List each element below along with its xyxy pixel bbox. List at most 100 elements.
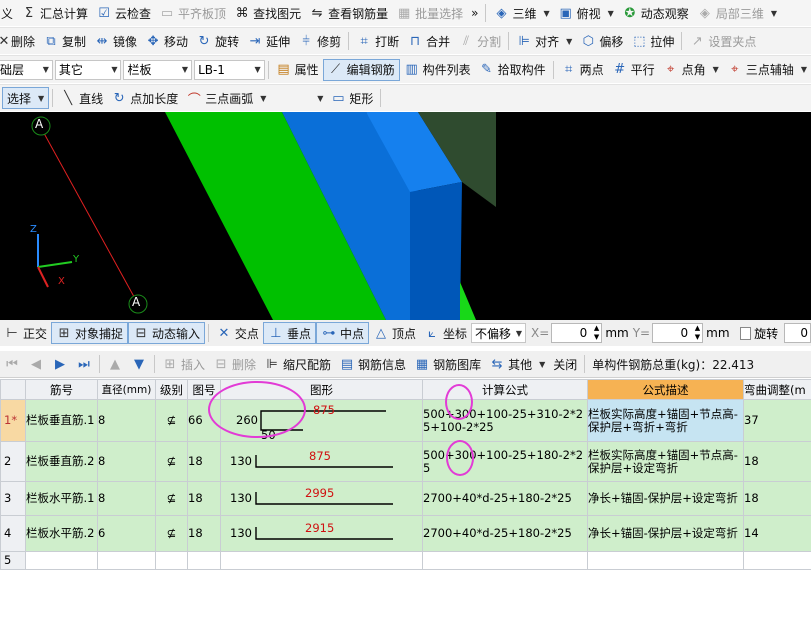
cell-fig-no[interactable] [187,551,221,570]
vertex-button[interactable]: △ 顶点 [369,322,420,344]
col-header-bend-adjust[interactable]: 弯曲调整(m [743,379,811,400]
midpoint-button[interactable]: ⊶ 中点 [315,322,369,344]
cell-bar-name[interactable]: 栏板垂直筋.1 [25,399,98,442]
stretch-button[interactable]: ⬚ 拉伸 [627,30,678,52]
table-row[interactable]: 2 栏板垂直筋.2 8 ⊈ 18 130 875 500+300+100-25+… [0,441,811,482]
table-row[interactable]: 4 栏板水平筋.2 6 ⊈ 18 130 2915 2700+40*d-25+1… [0,515,811,552]
point-angle-button[interactable]: ⌖ 点角 ▼ [659,59,723,81]
cell-fig-no[interactable]: 66 [187,399,221,442]
flat-top-button[interactable]: ▭ 平齐板顶 [155,2,230,24]
dynamic-view-button[interactable]: ✪ 动态观察 [618,2,693,24]
mirror-button[interactable]: ⇹ 镜像 [90,30,141,52]
col-header-shape[interactable]: 图形 [220,379,423,400]
component-list-button[interactable]: ▥ 构件列表 [400,59,475,81]
more-button[interactable]: » [467,2,482,24]
rebar-library-button[interactable]: ▦ 钢筋图库 [410,353,485,375]
dynamic-input-button[interactable]: ⊟ 动态输入 [128,322,206,344]
col-header-bar-no[interactable]: 筋号 [25,379,98,400]
rotate-checkbox[interactable] [739,326,752,340]
scale-rebar-button[interactable]: ⊫ 缩尺配筋 [260,353,335,375]
table-row[interactable]: 1* 栏板垂直筋.1 8 ⊈ 66 260 875 50 500+300+100… [0,399,811,442]
component-select[interactable]: LB-1 ▼ [194,59,265,80]
offset-mode-select[interactable]: 不偏移 ▼ [471,323,526,343]
extend-button[interactable]: ⇥ 延伸 [243,30,294,52]
cell-description[interactable]: 栏板实际高度+锚固+节点高-保护层+设定弯折 [587,441,744,482]
summary-calc-button[interactable]: Σ 汇总计算 [17,2,92,24]
floor-select[interactable]: 础层 ▼ [0,59,53,80]
table-row[interactable]: 3 栏板水平筋.1 8 ⊈ 18 130 2995 2700+40*d-25+1… [0,481,811,516]
cell-shape[interactable] [220,551,423,570]
offset-button[interactable]: ⬡ 偏移 [576,30,627,52]
cell-diameter[interactable]: 8 [97,441,156,482]
cell-formula[interactable] [422,551,588,570]
cell-formula[interactable]: 2700+40*d-25+180-2*25 [422,481,588,516]
cell-bar-name[interactable]: 栏板水平筋.1 [25,481,98,516]
line-button[interactable]: ╲ 直线 [56,87,107,109]
prev-record-button[interactable]: ◀ [24,353,48,375]
row-number[interactable]: 3 [0,481,26,516]
cell-bend-adjust[interactable]: 14 [743,515,811,552]
3d-viewport[interactable]: A A Z Y X [0,112,811,320]
two-point-button[interactable]: ⌗ 两点 [557,59,608,81]
cell-diameter[interactable]: 8 [97,481,156,516]
cell-formula[interactable]: 500+300+100-25+310-2*25+100-2*25 [422,399,588,442]
cell-bend-adjust[interactable]: 18 [743,441,811,482]
cell-description[interactable] [587,551,744,570]
coordinate-button[interactable]: ⟀ 坐标 [420,322,471,344]
move-down-button[interactable]: ▼ [127,353,151,375]
col-header-fig-no[interactable]: 图号 [187,379,221,400]
parallel-button[interactable]: # 平行 [608,59,659,81]
y-spinner-icon[interactable]: ▲ ▼ [695,324,700,342]
set-point-button[interactable]: ↗ 设置夹点 [685,30,760,52]
cell-bend-adjust[interactable]: 18 [743,481,811,516]
arc-mode-select[interactable]: ▼ [270,88,326,108]
cell-bend-adjust[interactable] [743,551,811,570]
cell-grade[interactable]: ⊈ [155,515,188,552]
col-header-diameter[interactable]: 直径(mm) [97,379,156,400]
select-button[interactable]: 选择 ▼ [2,87,50,109]
cell-fig-no[interactable]: 18 [187,441,221,482]
cell-grade[interactable]: ⊈ [155,441,188,482]
cell-shape[interactable]: 130 2915 [220,515,423,552]
cell-grade[interactable] [155,551,188,570]
rebar-view-button[interactable]: ⇋ 查看钢筋量 [305,2,392,24]
cell-grade[interactable]: ⊈ [155,399,188,442]
intersection-button[interactable]: ✕ 交点 [212,322,263,344]
col-header-grade[interactable]: 级别 [155,379,188,400]
cell-description[interactable]: 栏板实际高度+锚固+节点高-保护层+弯折+弯折 [587,399,744,442]
row-number[interactable]: 4 [0,515,26,552]
rotate-button[interactable]: ↻ 旋转 [192,30,243,52]
top-view-button[interactable]: ▣ 俯视 ▼ [554,2,618,24]
cell-diameter[interactable] [97,551,156,570]
three-point-aux-button[interactable]: ⌖ 三点辅轴 ▼ [723,59,811,81]
cell-shape[interactable]: 130 875 [220,441,423,482]
view-3d-button[interactable]: ◈ 三维 ▼ [489,2,553,24]
rotate-input[interactable]: 0 [784,323,811,343]
point-length-button[interactable]: ↻ 点加长度 [107,87,182,109]
perpendicular-button[interactable]: ⊥ 垂点 [262,322,316,344]
type-select[interactable]: 栏板 ▼ [123,59,193,80]
insert-row-button[interactable]: ⊞ 插入 [158,353,209,375]
cell-diameter[interactable]: 8 [97,399,156,442]
category-select[interactable]: 其它 ▼ [54,59,122,80]
first-record-button[interactable]: ⏮ [0,353,24,375]
close-button[interactable]: 关闭 [549,353,581,375]
cell-diameter[interactable]: 6 [97,515,156,552]
find-element-button[interactable]: ⌘ 查找图元 [230,2,305,24]
rebar-info-button[interactable]: ▤ 钢筋信息 [335,353,410,375]
cell-fig-no[interactable]: 18 [187,515,221,552]
col-header-formula[interactable]: 计算公式 [422,379,588,400]
last-record-button[interactable]: ⏭ [72,353,96,375]
move-button[interactable]: ✥ 移动 [141,30,192,52]
delete-row-button[interactable]: ⊟ 删除 [209,353,260,375]
align-button[interactable]: ⊫ 对齐 ▼ [512,30,576,52]
cell-fig-no[interactable]: 18 [187,481,221,516]
x-input[interactable]: 0 ▲ ▼ [551,323,603,343]
cell-description[interactable]: 净长+锚固-保护层+设定弯折 [587,481,744,516]
cell-bar-name[interactable] [25,551,98,570]
properties-button[interactable]: ▤ 属性 [272,59,323,81]
other-button[interactable]: ⇆ 其他 ▼ [485,353,549,375]
cell-shape[interactable]: 260 875 50 [220,399,423,442]
cell-shape[interactable]: 130 2995 [220,481,423,516]
move-up-button[interactable]: ▲ [103,353,127,375]
